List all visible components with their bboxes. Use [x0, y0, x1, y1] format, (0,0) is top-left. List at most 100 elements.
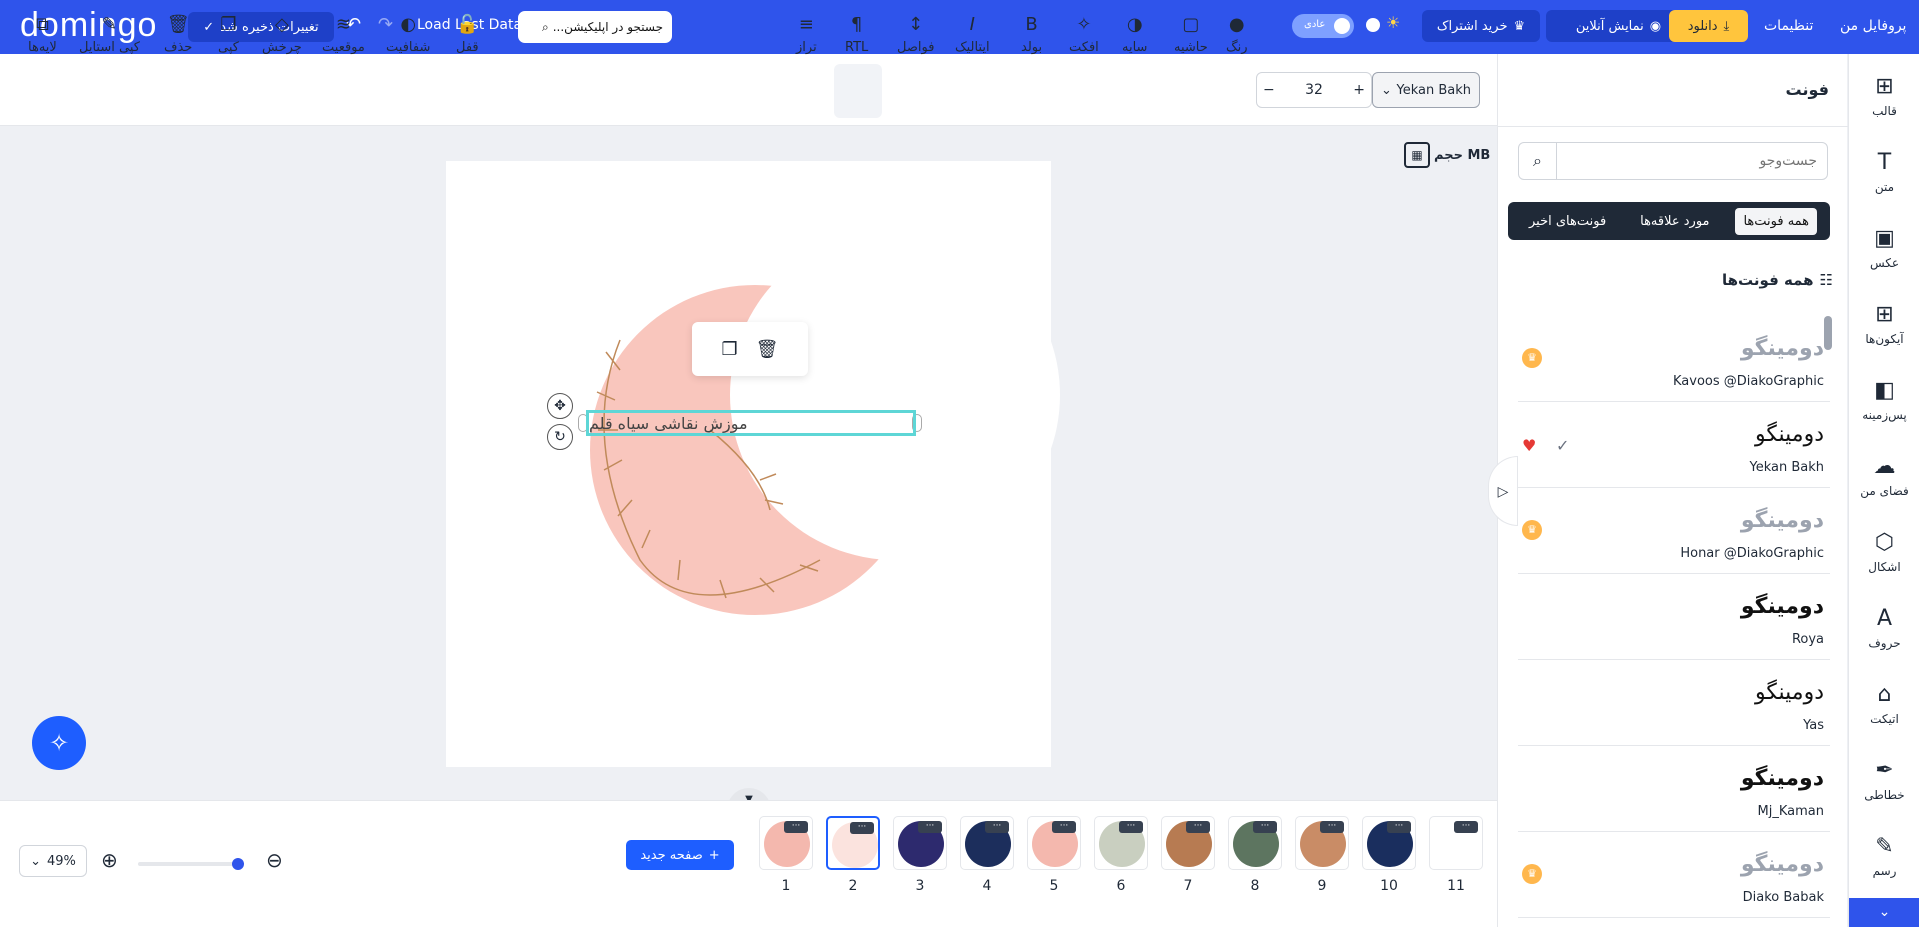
more-icon[interactable]: ··· [1387, 821, 1411, 833]
opacity-button[interactable]: ◐ شفافیت [386, 14, 430, 55]
zoom-slider[interactable] [138, 858, 244, 870]
mode-toggle[interactable]: عادی [1292, 14, 1354, 38]
zoom-slider-knob[interactable] [232, 858, 244, 870]
font-search[interactable]: ⌕ [1518, 142, 1828, 180]
tab-favorites[interactable]: مورد علاقه‌ها [1632, 208, 1717, 235]
copy-style-button[interactable]: ✎ کپی استایل [79, 14, 140, 55]
page-thumbnail[interactable]: ··· [1161, 816, 1215, 870]
sidebar-item-draw[interactable]: ✎ رسم [1849, 834, 1919, 878]
sidebar-item-sticker[interactable]: ⌂ اتیکت [1849, 682, 1919, 726]
copy-button[interactable]: ❐ کپی [218, 14, 239, 55]
bold-icon: B [1025, 14, 1038, 35]
sun-icon[interactable]: ☀ [1386, 13, 1400, 32]
download-button[interactable]: دانلود ⤓ [1669, 10, 1748, 42]
font-size-value[interactable]: 32 [1305, 82, 1323, 98]
more-icon[interactable]: ··· [918, 821, 942, 833]
duplicate-icon[interactable]: ❐ [722, 339, 738, 360]
more-icon[interactable]: ··· [1454, 821, 1478, 833]
more-icon[interactable]: ··· [850, 822, 874, 834]
font-list-item[interactable]: دومینگو Roya [1518, 574, 1830, 660]
effect-button[interactable]: ✧ افکت [1069, 14, 1099, 55]
sidebar-item-photo[interactable]: ▣ عکس [1849, 226, 1919, 270]
position-button[interactable]: ≋ موقعیت [322, 14, 365, 55]
copy-label: کپی [218, 40, 239, 55]
sidebar-item-my-space[interactable]: ☁ فضای من [1849, 454, 1919, 498]
font-name: Diako Babak [1742, 890, 1824, 905]
sidebar-item-template[interactable]: ⊞ قالب [1849, 74, 1919, 118]
rtl-button[interactable]: ¶ RTL [845, 14, 868, 55]
page-thumbnail[interactable]: ··· [1027, 816, 1081, 870]
scroll-down-button[interactable]: ⌄ [1849, 898, 1919, 927]
download-icon: ⤓ [1723, 18, 1730, 34]
shadow-button[interactable]: ◑ سایه [1122, 14, 1147, 55]
selected-text-element[interactable]: موزش نقاشی سیاه قلم [586, 410, 916, 436]
more-icon[interactable]: ··· [985, 821, 1009, 833]
font-list-item[interactable]: دومینگو Kavoos @DiakoGraphic ♛ [1518, 316, 1830, 402]
more-icon[interactable]: ··· [1186, 821, 1210, 833]
page-thumbnail[interactable]: ··· [960, 816, 1014, 870]
page-thumbnail[interactable]: ··· [1295, 816, 1349, 870]
page-thumbnail[interactable]: ··· [1228, 816, 1282, 870]
align-button[interactable]: ≡ تراز [796, 14, 817, 55]
page-thumbnail[interactable]: ··· [1429, 816, 1483, 870]
rotate-handle-icon[interactable]: ↻ [547, 424, 573, 450]
toggle-knob [1334, 18, 1350, 34]
spacing-button[interactable]: ↕ فواصل [897, 14, 934, 55]
trash-icon[interactable]: 🗑 [756, 339, 779, 360]
bold-button[interactable]: B بولد [1021, 14, 1042, 55]
page-thumbnail[interactable]: ··· [826, 816, 880, 870]
theme-dot[interactable] [1366, 18, 1380, 32]
sidebar-item-calligraphy[interactable]: ✒ خطاطی [1849, 758, 1919, 802]
app-search-input[interactable]: جستجو در اپلیکیشن... ⌕ [518, 11, 672, 43]
page-thumbnail[interactable]: ··· [759, 816, 813, 870]
zoom-select[interactable]: ⌄ 49% [19, 845, 87, 877]
more-icon[interactable]: ··· [1320, 821, 1344, 833]
color-button[interactable]: ● رنگ [1226, 14, 1248, 55]
more-icon[interactable]: ··· [1119, 821, 1143, 833]
ai-magic-button[interactable]: ✧ [32, 716, 86, 770]
move-icon[interactable]: ✥ [547, 393, 573, 419]
page-thumbnail[interactable]: ··· [893, 816, 947, 870]
more-icon[interactable]: ··· [1253, 821, 1277, 833]
font-list-item[interactable]: دومینگو Mj_Kaman [1518, 746, 1830, 832]
sidebar-item-background[interactable]: ◧ پس‌زمینه [1849, 378, 1919, 422]
settings-link[interactable]: تنظیمات [1764, 18, 1813, 34]
lock-button[interactable]: 🔓 قفل [456, 14, 479, 55]
tab-all-fonts[interactable]: همه فونت‌ها [1735, 207, 1818, 235]
border-button[interactable]: ▢ حاشیه [1174, 14, 1208, 55]
font-list-item[interactable]: دومینگو Yas [1518, 660, 1830, 746]
tab-recent-fonts[interactable]: فونت‌های اخیر [1521, 208, 1614, 235]
sidebar-item-label: آیکون‌ها [1865, 332, 1904, 346]
font-list-item[interactable]: دومینگو Diako Babak ♛ [1518, 832, 1830, 918]
sidebar-item-icons[interactable]: ⊞ آیکون‌ها [1849, 302, 1919, 346]
layers-button[interactable]: ⧉ لایه‌ها [28, 14, 57, 55]
page-thumbnail[interactable]: ··· [1362, 816, 1416, 870]
sidebar-item-shapes[interactable]: ⬡ اشکال [1849, 530, 1919, 574]
font-list-item[interactable]: دومینگو Yekan Bakh ♥ ✓ [1518, 402, 1830, 488]
heart-icon[interactable]: ♥ [1522, 436, 1536, 455]
search-icon[interactable]: ⌕ [1519, 143, 1557, 179]
zoom-out-icon[interactable]: ⊖ [266, 848, 283, 872]
italic-button[interactable]: I ایتالیک [955, 14, 990, 55]
font-family-select[interactable]: ⌄ Yekan Bakh [1372, 72, 1480, 108]
font-list-item[interactable]: دومینگو Honar @DiakoGraphic ♛ [1518, 488, 1830, 574]
new-page-button[interactable]: صفحه جدید + [626, 840, 734, 870]
more-icon[interactable]: ··· [1052, 821, 1076, 833]
profile-link[interactable]: پروفایل من [1840, 18, 1906, 34]
page-thumbnail[interactable]: ··· [1094, 816, 1148, 870]
buy-subscription-button[interactable]: خرید اشتراک ♛ [1422, 10, 1540, 42]
delete-button[interactable]: 🗑 حذف [164, 14, 192, 55]
sidebar-item-letters[interactable]: A حروف [1849, 606, 1919, 650]
chevron-down-icon: ⌄ [30, 853, 41, 869]
zoom-in-icon[interactable]: ⊕ [101, 848, 118, 872]
more-icon[interactable]: ··· [784, 821, 808, 833]
qr-icon[interactable]: ▦ [1404, 142, 1430, 168]
minus-icon[interactable]: − [1263, 82, 1275, 98]
font-search-input[interactable] [1557, 143, 1827, 179]
saved-status-button[interactable]: ✓ تغییرات ذخیره شد [188, 12, 334, 42]
sidebar-item-text[interactable]: T متن [1849, 150, 1919, 194]
trash-icon: 🗑 [166, 14, 190, 35]
rotate-button[interactable]: ◇ چرخش [262, 14, 302, 55]
font-size-stepper[interactable]: − 32 + [1256, 72, 1372, 108]
plus-icon[interactable]: + [1353, 82, 1365, 98]
